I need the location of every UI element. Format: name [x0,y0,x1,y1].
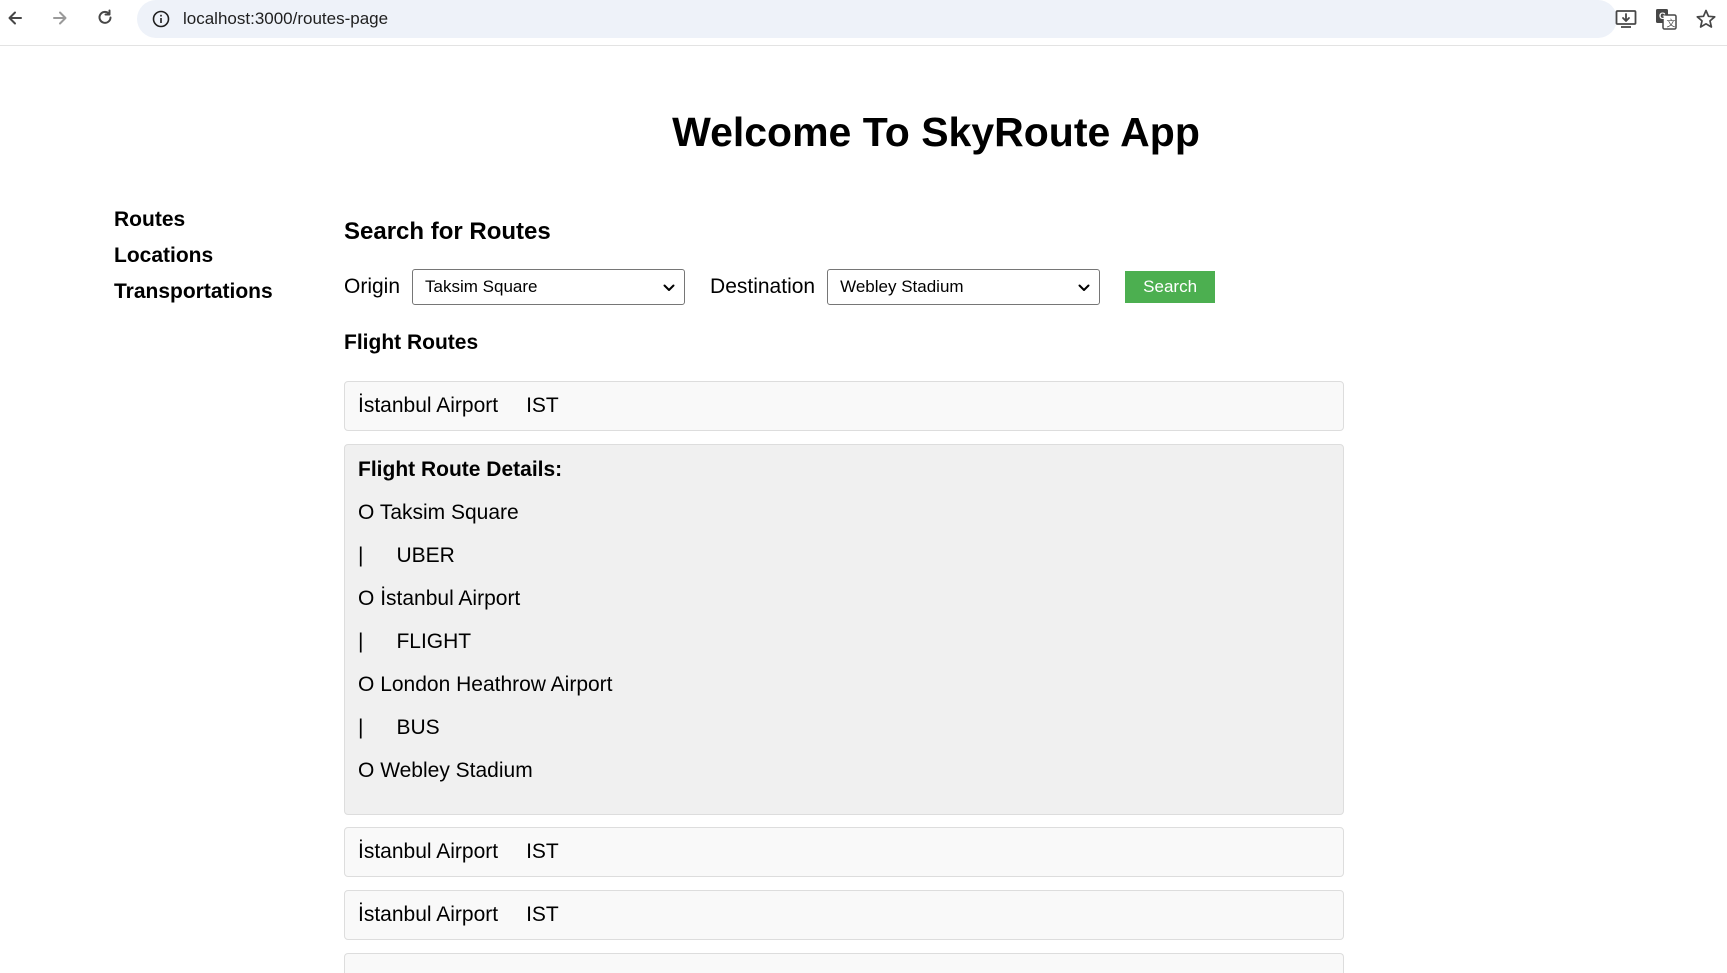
sidebar-item-routes[interactable]: Routes [114,202,273,238]
step-text: London Heathrow Airport [380,673,613,696]
step-marker: | [358,544,364,567]
flight-routes-heading: Flight Routes [344,331,479,354]
search-heading: Search for Routes [344,218,551,245]
origin-label: Origin [344,275,401,298]
route-step: O London Heathrow Airport [358,672,1330,698]
step-text: BUS [396,716,440,739]
step-text: FLIGHT [396,630,472,653]
search-button[interactable]: Search [1125,271,1216,303]
page-header: Welcome To SkyRoute App [0,104,1727,160]
route-code: IST [526,840,559,863]
route-code: IST [526,903,559,926]
url-text: localhost:3000/routes-page [183,9,389,28]
route-airport: İstanbul Airport [358,394,499,417]
route-card[interactable]: İstanbul Airport IST [344,827,1344,877]
details-title: Flight Route Details: [358,458,563,481]
bookmark-button[interactable] [1692,5,1720,33]
route-step: O İstanbul Airport [358,586,1330,612]
bookmark-star-icon [1696,9,1716,28]
destination-select-value: Webley Stadium [840,277,964,296]
step-marker: O [358,587,375,610]
translate-button[interactable]: G文 [1652,5,1680,33]
back-icon [8,11,22,25]
route-card[interactable]: İstanbul Airport IST [344,381,1344,431]
step-marker: O [358,759,375,782]
install-icon [1615,10,1637,28]
back-button[interactable] [0,3,30,33]
browser-toolbar: localhost:3000/routes-page G文 [0,0,1727,46]
step-marker: | [358,630,364,653]
address-bar[interactable]: localhost:3000/routes-page [137,0,1617,38]
route-step: O Taksim Square [358,500,1330,526]
site-info-icon[interactable] [150,8,172,30]
route-card[interactable]: İstanbul Airport IST [344,890,1344,940]
destination-label: Destination [710,275,816,298]
step-marker: | [358,716,364,739]
reload-button[interactable] [90,3,120,33]
chevron-down-icon [1078,284,1090,291]
sidebar: Routes Locations Transportations [114,202,273,310]
route-code: IST [526,394,559,417]
destination-select[interactable]: Webley Stadium [827,269,1101,305]
origin-select[interactable]: Taksim Square [412,269,686,305]
chevron-down-icon [663,284,675,291]
step-text: İstanbul Airport [380,587,521,610]
route-card-partial[interactable] [344,953,1344,973]
step-text: Webley Stadium [380,759,533,782]
step-marker: O [358,673,375,696]
route-step: O Webley Stadium [358,758,1330,784]
sidebar-item-locations[interactable]: Locations [114,238,273,274]
svg-text:文: 文 [1667,18,1676,30]
flight-route-details: Flight Route Details: O Taksim Square | U… [344,444,1344,815]
reload-icon [98,9,112,24]
page-title: Welcome To SkyRoute App [672,109,1200,155]
route-airport: İstanbul Airport [358,903,499,926]
route-step: | FLIGHT [358,629,1330,655]
sidebar-item-transportations[interactable]: Transportations [114,274,273,310]
install-app-button[interactable] [1612,5,1640,33]
forward-button[interactable] [45,3,75,33]
step-text: UBER [396,544,455,567]
step-marker: O [358,501,375,524]
search-form: Origin Taksim Square Destination Webley … [344,269,1216,305]
route-step: | BUS [358,715,1330,741]
origin-select-value: Taksim Square [425,277,538,296]
step-text: Taksim Square [379,501,519,524]
main-content: Search for Routes Origin Taksim Square D… [344,215,1344,973]
route-airport: İstanbul Airport [358,840,499,863]
route-step: | UBER [358,543,1330,569]
svg-text:G: G [1659,11,1666,21]
forward-icon [53,11,67,25]
translate-icon: G文 [1656,9,1677,30]
